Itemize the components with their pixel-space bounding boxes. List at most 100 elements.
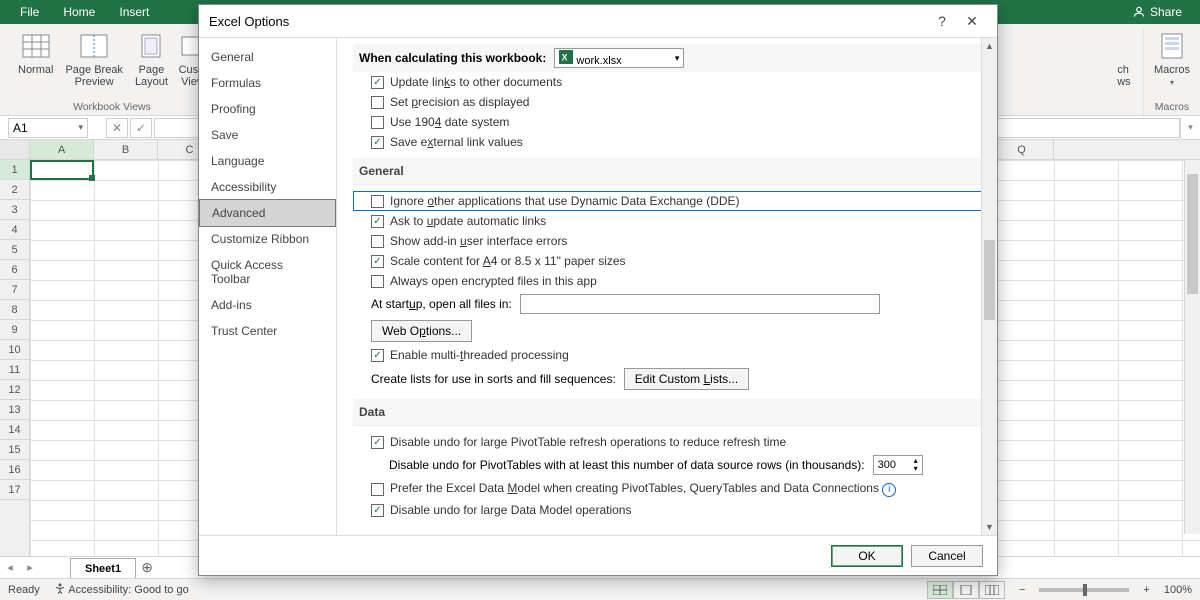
dialog-titlebar: Excel Options ? ✕ — [199, 5, 997, 37]
break-icon — [985, 585, 999, 595]
formula-bar-expand[interactable]: ▾ — [1180, 118, 1200, 138]
startup-path-input[interactable] — [520, 294, 880, 314]
disable-undo-rows-input[interactable]: 300▴▾ — [873, 455, 923, 475]
ribbon-macros[interactable]: Macros ▾ — [1150, 28, 1194, 89]
chevron-down-icon: ▾ — [675, 53, 680, 64]
view-page-layout-button[interactable] — [953, 581, 979, 599]
close-icon: ✕ — [112, 121, 122, 135]
scroll-up-icon[interactable]: ▲ — [982, 38, 997, 54]
menu-insert[interactable]: Insert — [107, 5, 161, 19]
spin-arrows-icon: ▴▾ — [914, 457, 918, 473]
tab-nav-next[interactable]: ▸ — [20, 561, 40, 574]
sidebar-item-customize-ribbon[interactable]: Customize Ribbon — [199, 226, 336, 252]
cb-ask-update[interactable]: ✓Ask to update automatic links — [353, 211, 987, 231]
cb-ignore-dde[interactable]: Ignore other applications that use Dynam… — [353, 191, 987, 211]
ribbon-page-layout[interactable]: Page Layout — [131, 28, 172, 90]
ribbon-page-break-preview[interactable]: Page Break Preview — [61, 28, 126, 90]
cb-set-precision[interactable]: Set precision as displayed — [353, 92, 987, 112]
status-ready: Ready — [8, 584, 40, 596]
chevron-down-icon: ▾ — [1170, 78, 1174, 87]
close-button[interactable]: ✕ — [957, 13, 987, 30]
name-box[interactable]: A1▾ — [8, 118, 88, 138]
cb-prefer-data-model[interactable]: Prefer the Excel Data Model when creatin… — [353, 478, 987, 500]
sheet-tab-1[interactable]: Sheet1 — [70, 558, 136, 579]
zoom-level[interactable]: 100% — [1164, 584, 1192, 596]
sidebar-item-general[interactable]: General — [199, 44, 336, 70]
page-icon — [959, 585, 973, 595]
menu-home[interactable]: Home — [51, 5, 107, 19]
row-header-1[interactable]: 1 — [0, 160, 29, 180]
scroll-down-icon[interactable]: ▼ — [982, 519, 997, 535]
col-header-B[interactable]: B — [94, 140, 158, 159]
normal-view-icon — [22, 34, 50, 58]
grid-icon — [933, 585, 947, 595]
macros-icon — [1158, 32, 1186, 60]
web-options-button[interactable]: Web Options... — [371, 320, 472, 342]
chevron-down-icon: ▾ — [78, 122, 83, 133]
help-button[interactable]: ? — [927, 13, 957, 29]
share-button[interactable]: Share — [1122, 5, 1192, 19]
dialog-scrollbar[interactable]: ▲ ▼ — [981, 38, 997, 535]
cb-use-1904[interactable]: Use 1904 date system — [353, 112, 987, 132]
sidebar-item-accessibility[interactable]: Accessibility — [199, 174, 336, 200]
col-header-A[interactable]: A — [30, 140, 94, 159]
cb-show-addin-errors[interactable]: Show add-in user interface errors — [353, 231, 987, 251]
tab-nav-prev[interactable]: ◂ — [0, 561, 20, 574]
menu-file[interactable]: File — [8, 5, 51, 19]
cb-multithread[interactable]: ✓Enable multi-threaded processing — [353, 345, 987, 365]
cb-save-external[interactable]: ✓Save external link values — [353, 132, 987, 152]
cb-disable-undo-dm[interactable]: ✓Disable undo for large Data Model opera… — [353, 500, 987, 520]
row-headers: 1 234567891011121314151617 — [0, 160, 30, 556]
sidebar-item-quick-access[interactable]: Quick Access Toolbar — [199, 252, 336, 292]
options-sidebar: General Formulas Proofing Save Language … — [199, 38, 337, 535]
help-icon: ? — [938, 13, 946, 29]
zoom-in[interactable]: + — [1143, 584, 1149, 596]
workbook-combo[interactable]: X work.xlsx ▾ — [554, 48, 684, 68]
chevron-down-icon: ▾ — [1188, 122, 1193, 133]
startup-open-label: At startup, open all files in: — [371, 297, 512, 311]
sidebar-item-save[interactable]: Save — [199, 122, 336, 148]
sidebar-item-proofing[interactable]: Proofing — [199, 96, 336, 122]
view-page-break-button[interactable] — [979, 581, 1005, 599]
ribbon-group-macros-label: Macros — [1155, 99, 1189, 115]
excel-options-dialog: Excel Options ? ✕ General Formulas Proof… — [198, 4, 998, 576]
formula-cancel[interactable]: ✕ — [106, 118, 128, 138]
status-accessibility[interactable]: Accessibility: Good to go — [54, 583, 189, 596]
add-sheet-button[interactable]: ⊕ — [136, 559, 158, 576]
sidebar-item-trust-center[interactable]: Trust Center — [199, 318, 336, 344]
zoom-slider[interactable] — [1039, 588, 1129, 592]
sidebar-item-language[interactable]: Language — [199, 148, 336, 174]
ribbon-group-workbook-views-label: Workbook Views — [73, 99, 151, 115]
when-calculating-label: When calculating this workbook: — [359, 51, 546, 65]
dialog-title: Excel Options — [209, 14, 289, 29]
sidebar-item-formulas[interactable]: Formulas — [199, 70, 336, 96]
formula-accept[interactable]: ✓ — [130, 118, 152, 138]
excel-file-icon: X — [559, 50, 573, 64]
page-break-icon — [80, 34, 108, 58]
plus-icon: ⊕ — [141, 559, 153, 575]
sidebar-item-advanced[interactable]: Advanced — [199, 199, 336, 227]
dialog-footer: OK Cancel — [199, 535, 997, 575]
select-all-corner[interactable] — [0, 140, 30, 159]
svg-text:X: X — [562, 52, 568, 62]
col-header-Q[interactable]: Q — [990, 140, 1054, 159]
cb-disable-undo-pt[interactable]: ✓Disable undo for large PivotTable refre… — [353, 432, 987, 452]
edit-lists-label: Create lists for use in sorts and fill s… — [371, 372, 616, 386]
vertical-scrollbar[interactable] — [1184, 160, 1200, 534]
ribbon-normal-view[interactable]: Normal — [14, 28, 57, 78]
cancel-button[interactable]: Cancel — [911, 545, 983, 567]
cb-update-links[interactable]: ✓Update links to other documents — [353, 72, 987, 92]
close-icon: ✕ — [966, 13, 978, 29]
page-layout-icon — [139, 34, 163, 58]
zoom-out[interactable]: − — [1019, 584, 1025, 596]
view-normal-button[interactable] — [927, 581, 953, 599]
share-icon — [1132, 5, 1146, 19]
cb-always-encrypted[interactable]: Always open encrypted files in this app — [353, 271, 987, 291]
ok-button[interactable]: OK — [831, 545, 903, 567]
ribbon-switch-windows-partial[interactable]: ch ws — [1111, 28, 1137, 90]
sidebar-item-addins[interactable]: Add-ins — [199, 292, 336, 318]
cb-scale-a4[interactable]: ✓Scale content for A4 or 8.5 x 11" paper… — [353, 251, 987, 271]
edit-custom-lists-button[interactable]: Edit Custom Lists... — [624, 368, 749, 390]
active-cell[interactable] — [30, 160, 94, 180]
info-icon[interactable]: i — [882, 483, 896, 497]
